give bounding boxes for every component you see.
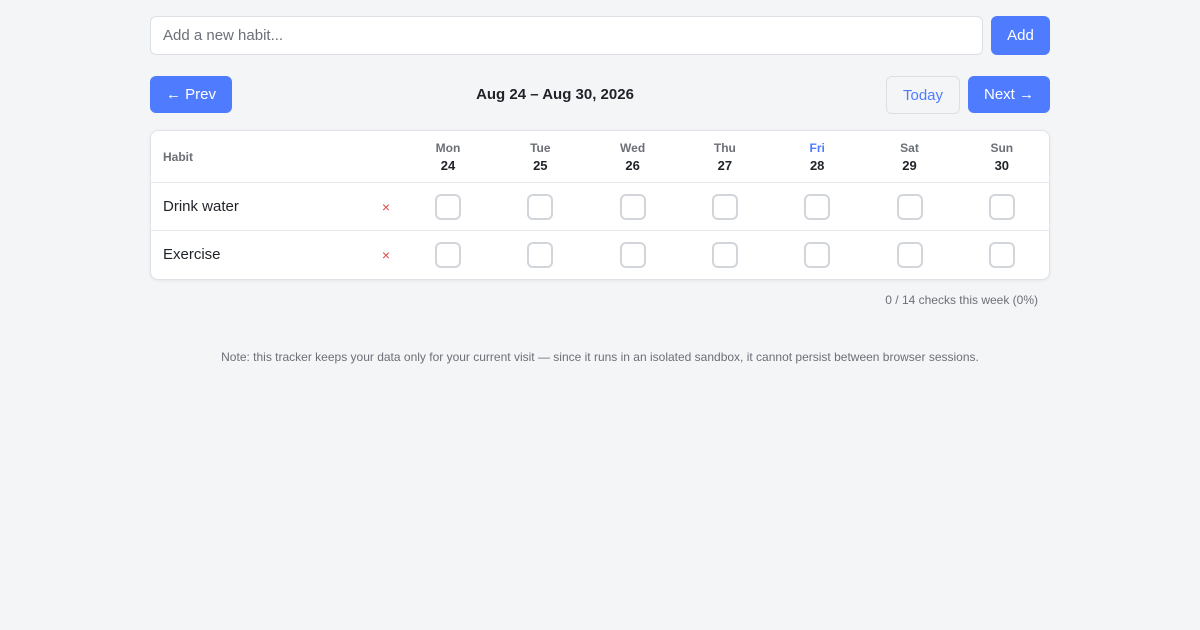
checkbox-tue[interactable] bbox=[527, 194, 554, 220]
checkbox-fri[interactable] bbox=[804, 194, 831, 220]
day-header-thu: Thu 27 bbox=[695, 140, 755, 174]
checkbox-mon[interactable] bbox=[435, 194, 461, 220]
day-number: 28 bbox=[809, 158, 825, 173]
habit-column-header: Habit bbox=[163, 149, 193, 164]
week-range-label: Aug 24 – Aug 30, 2026 bbox=[476, 86, 634, 103]
day-name: Wed bbox=[620, 141, 646, 155]
add-habit-row: Add bbox=[150, 16, 1050, 55]
next-week-button[interactable]: Next → bbox=[968, 76, 1050, 113]
day-header-tue: Tue 25 bbox=[510, 140, 570, 174]
table-row: Exercise × bbox=[151, 231, 1049, 279]
day-header-sun: Sun 30 bbox=[972, 140, 1032, 174]
checkbox-wed[interactable] bbox=[619, 242, 646, 268]
close-icon[interactable]: × bbox=[379, 231, 393, 279]
day-number: 25 bbox=[533, 158, 548, 173]
day-number: 30 bbox=[994, 158, 1010, 173]
day-number: 26 bbox=[625, 158, 640, 173]
day-number: 29 bbox=[902, 158, 917, 173]
prev-week-button[interactable]: ← Prev bbox=[150, 76, 232, 113]
habit-name: Drink water bbox=[163, 198, 239, 215]
day-name: Mon bbox=[435, 141, 461, 155]
table-header: Habit Mon 24 Tue 25 Wed 26 Thu 27 Fri 28 Sat 29 Sun 3… bbox=[151, 131, 1049, 183]
habit-tracker: Add Aug 24 – Aug 30, 2026 ← Prev Today N… bbox=[150, 16, 1050, 307]
new-habit-input[interactable] bbox=[150, 16, 983, 55]
checkbox-sun[interactable] bbox=[988, 242, 1015, 268]
day-name: Thu bbox=[713, 141, 736, 155]
checkbox-fri[interactable] bbox=[804, 242, 831, 268]
close-icon[interactable]: × bbox=[379, 183, 393, 231]
checkbox-thu[interactable] bbox=[711, 194, 738, 220]
weekly-summary: 0 / 14 checks this week (0%) bbox=[885, 293, 1038, 307]
habit-name: Exercise bbox=[163, 246, 221, 263]
day-header-wed: Wed 26 bbox=[603, 140, 663, 174]
day-name: Tue bbox=[530, 141, 551, 155]
checkbox-wed[interactable] bbox=[619, 194, 646, 220]
day-name: Sun bbox=[990, 141, 1014, 155]
checkbox-sat[interactable] bbox=[896, 242, 923, 268]
persistence-note: Note: this tracker keeps your data only … bbox=[221, 350, 979, 364]
add-habit-button[interactable]: Add bbox=[991, 16, 1050, 55]
habit-rows: Drink water × Exercise × bbox=[151, 183, 1049, 279]
table-row: Drink water × bbox=[151, 183, 1049, 231]
week-navigation: Aug 24 – Aug 30, 2026 ← Prev Today Next … bbox=[150, 76, 1050, 114]
habit-table: Habit Mon 24 Tue 25 Wed 26 Thu 27 Fri 28 Sat 29 Sun 3… bbox=[150, 130, 1050, 280]
checkbox-sat[interactable] bbox=[896, 194, 923, 220]
checkbox-sun[interactable] bbox=[988, 194, 1015, 220]
today-button[interactable]: Today bbox=[886, 76, 960, 114]
day-headers: Mon 24 Tue 25 Wed 26 Thu 27 Fri 28 Sat 29 Sun 30 bbox=[403, 131, 1049, 182]
day-number: 24 bbox=[440, 158, 456, 173]
day-header-fri: Fri 28 bbox=[787, 140, 847, 174]
day-header-mon: Mon 24 bbox=[418, 140, 478, 174]
day-name: Fri bbox=[809, 141, 825, 155]
checkbox-mon[interactable] bbox=[435, 242, 461, 268]
day-number: 27 bbox=[717, 158, 733, 173]
checkbox-tue[interactable] bbox=[527, 242, 554, 268]
day-header-sat: Sat 29 bbox=[880, 140, 940, 174]
day-name: Sat bbox=[900, 141, 919, 155]
checkbox-thu[interactable] bbox=[711, 242, 738, 268]
